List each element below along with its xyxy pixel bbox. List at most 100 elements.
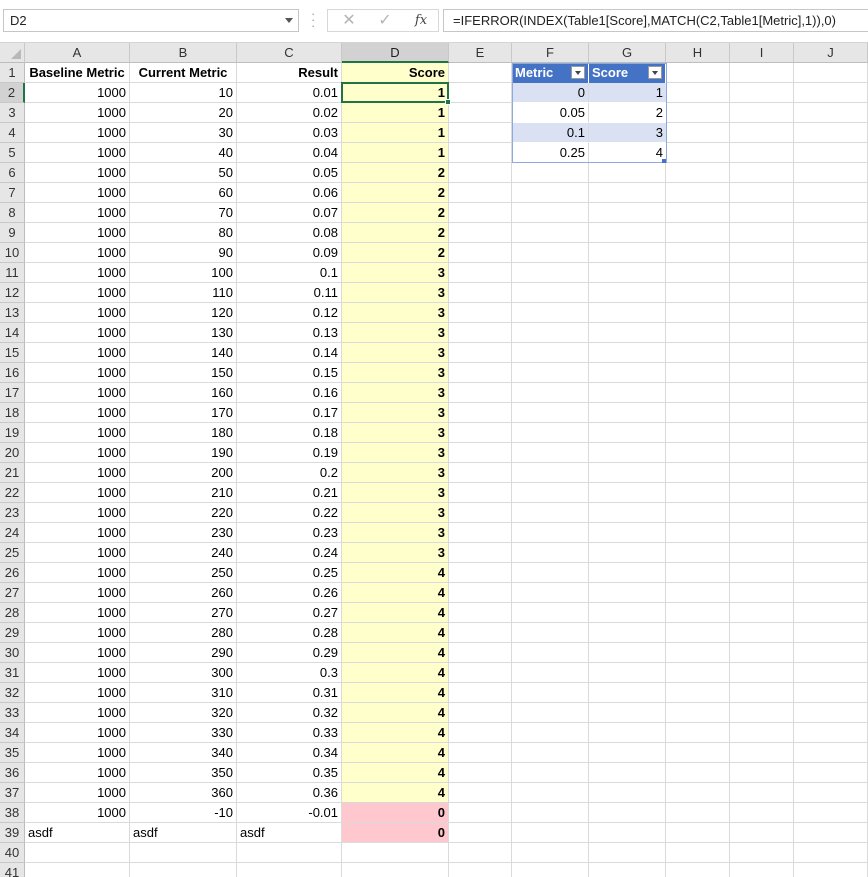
- cell-empty[interactable]: [449, 283, 512, 303]
- cell-empty[interactable]: [730, 783, 794, 803]
- cell-current-metric[interactable]: 210: [130, 483, 237, 503]
- cell-empty[interactable]: [730, 103, 794, 123]
- cell-score[interactable]: 2: [342, 243, 449, 263]
- cell-empty[interactable]: [589, 843, 666, 863]
- cell-baseline-metric[interactable]: 1000: [25, 583, 130, 603]
- row-header[interactable]: 31: [0, 663, 25, 683]
- row-header[interactable]: 6: [0, 163, 25, 183]
- cell-result[interactable]: 0.04: [237, 143, 342, 163]
- row-header[interactable]: 10: [0, 243, 25, 263]
- cell-score[interactable]: 4: [342, 603, 449, 623]
- cell-current-metric[interactable]: 130: [130, 323, 237, 343]
- cell-empty[interactable]: [589, 523, 666, 543]
- cell-baseline-metric[interactable]: 1000: [25, 663, 130, 683]
- cell-current-metric[interactable]: 50: [130, 163, 237, 183]
- cell-empty[interactable]: [512, 803, 589, 823]
- cell-empty[interactable]: [589, 743, 666, 763]
- column-header-h[interactable]: H: [666, 43, 730, 63]
- cell-empty[interactable]: [512, 203, 589, 223]
- row-header[interactable]: 1: [0, 63, 25, 83]
- row-header[interactable]: 38: [0, 803, 25, 823]
- cell-empty[interactable]: [666, 423, 730, 443]
- cell-empty[interactable]: [449, 383, 512, 403]
- cell-empty[interactable]: [449, 723, 512, 743]
- cell-result[interactable]: 0.21: [237, 483, 342, 503]
- cell-empty[interactable]: [449, 443, 512, 463]
- cell-empty[interactable]: [512, 783, 589, 803]
- cell-result[interactable]: asdf: [237, 823, 342, 843]
- cell-empty[interactable]: [794, 343, 868, 363]
- cell-score[interactable]: 1: [342, 83, 449, 103]
- cell-baseline-metric[interactable]: 1000: [25, 343, 130, 363]
- table-resize-handle[interactable]: [662, 159, 666, 163]
- cell-baseline-metric[interactable]: 1000: [25, 703, 130, 723]
- cell-empty[interactable]: [589, 603, 666, 623]
- cell-empty[interactable]: [794, 663, 868, 683]
- cell-current-metric[interactable]: 330: [130, 723, 237, 743]
- cell-result[interactable]: 0.25: [237, 563, 342, 583]
- cell-baseline-metric[interactable]: 1000: [25, 83, 130, 103]
- cell-baseline-metric[interactable]: 1000: [25, 483, 130, 503]
- cell-result[interactable]: 0.2: [237, 463, 342, 483]
- cell-empty[interactable]: [512, 303, 589, 323]
- cell-baseline-metric[interactable]: 1000: [25, 263, 130, 283]
- cell-empty[interactable]: [589, 463, 666, 483]
- cell-empty[interactable]: [666, 663, 730, 683]
- cell-result[interactable]: 0.01: [237, 83, 342, 103]
- cell-baseline-metric[interactable]: 1000: [25, 323, 130, 343]
- cell-score[interactable]: 2: [342, 203, 449, 223]
- row-header[interactable]: 22: [0, 483, 25, 503]
- cell-empty[interactable]: [794, 723, 868, 743]
- cell-empty[interactable]: [512, 363, 589, 383]
- cell-current-metric[interactable]: asdf: [130, 823, 237, 843]
- cell-empty[interactable]: [589, 663, 666, 683]
- cell-result[interactable]: 0.26: [237, 583, 342, 603]
- cell-empty[interactable]: [666, 263, 730, 283]
- cell-empty[interactable]: [666, 223, 730, 243]
- row-header[interactable]: 3: [0, 103, 25, 123]
- cell-empty[interactable]: [512, 183, 589, 203]
- cell-score[interactable]: 1: [342, 103, 449, 123]
- row-header[interactable]: 21: [0, 463, 25, 483]
- cell-empty[interactable]: [666, 843, 730, 863]
- cell-empty[interactable]: [512, 863, 589, 877]
- cell-empty[interactable]: [512, 623, 589, 643]
- cell-empty[interactable]: [794, 843, 868, 863]
- cell-empty[interactable]: [512, 603, 589, 623]
- cell-empty[interactable]: [449, 503, 512, 523]
- cell-baseline-metric[interactable]: 1000: [25, 683, 130, 703]
- cell-empty[interactable]: [666, 743, 730, 763]
- cell-empty[interactable]: [449, 163, 512, 183]
- cell-result[interactable]: 0.12: [237, 303, 342, 323]
- cell-empty[interactable]: [794, 523, 868, 543]
- cell-score[interactable]: 3: [342, 303, 449, 323]
- cell-empty[interactable]: [237, 863, 342, 877]
- column-header-i[interactable]: I: [730, 43, 794, 63]
- cell-score[interactable]: 4: [342, 703, 449, 723]
- cell-empty[interactable]: [666, 443, 730, 463]
- cell-empty[interactable]: [730, 703, 794, 723]
- cell-current-metric[interactable]: 180: [130, 423, 237, 443]
- cell-baseline-metric[interactable]: 1000: [25, 523, 130, 543]
- cell-score[interactable]: 4: [342, 583, 449, 603]
- cell-baseline-metric[interactable]: 1000: [25, 803, 130, 823]
- row-header[interactable]: 16: [0, 363, 25, 383]
- cell-empty[interactable]: [589, 423, 666, 443]
- cell-empty[interactable]: [512, 643, 589, 663]
- cell-empty[interactable]: [794, 563, 868, 583]
- cell-empty[interactable]: [25, 863, 130, 877]
- cell-empty[interactable]: [25, 843, 130, 863]
- column-header-a[interactable]: A: [25, 43, 130, 63]
- cell-empty[interactable]: [730, 303, 794, 323]
- cell-empty[interactable]: [589, 803, 666, 823]
- cell-result[interactable]: 0.17: [237, 403, 342, 423]
- cell-score[interactable]: 3: [342, 423, 449, 443]
- cell-empty[interactable]: [730, 583, 794, 603]
- cell-baseline-metric[interactable]: 1000: [25, 443, 130, 463]
- cell-result[interactable]: 0.02: [237, 103, 342, 123]
- cell-empty[interactable]: [730, 543, 794, 563]
- cell-empty[interactable]: [512, 703, 589, 723]
- row-header[interactable]: 32: [0, 683, 25, 703]
- cell-baseline-metric[interactable]: 1000: [25, 503, 130, 523]
- cell-empty[interactable]: [512, 323, 589, 343]
